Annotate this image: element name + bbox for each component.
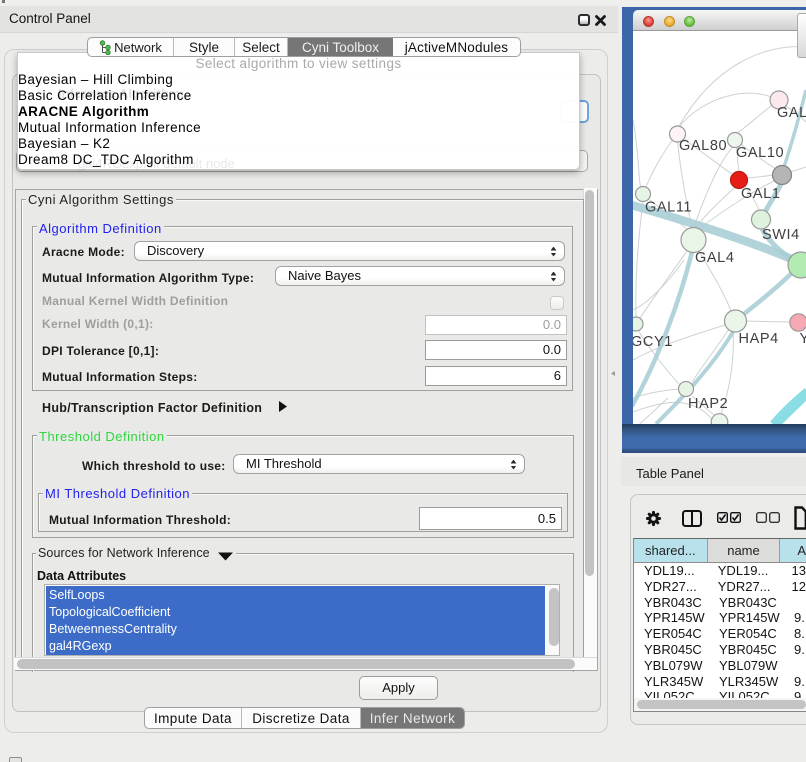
svg-text:GAL4: GAL4: [695, 250, 734, 266]
svg-text:GCY1: GCY1: [633, 334, 673, 350]
svg-text:HAP2: HAP2: [688, 396, 728, 412]
svg-text:SWI4: SWI4: [762, 227, 800, 243]
svg-text:GAL7: GAL7: [777, 105, 806, 121]
svg-text:GAL11: GAL11: [645, 200, 692, 216]
svg-text:GAL1: GAL1: [741, 186, 780, 202]
svg-text:Y: Y: [800, 331, 806, 347]
svg-text:GAL10: GAL10: [736, 145, 784, 161]
svg-text:HAP4: HAP4: [739, 331, 779, 347]
svg-text:GAL80: GAL80: [679, 138, 727, 154]
